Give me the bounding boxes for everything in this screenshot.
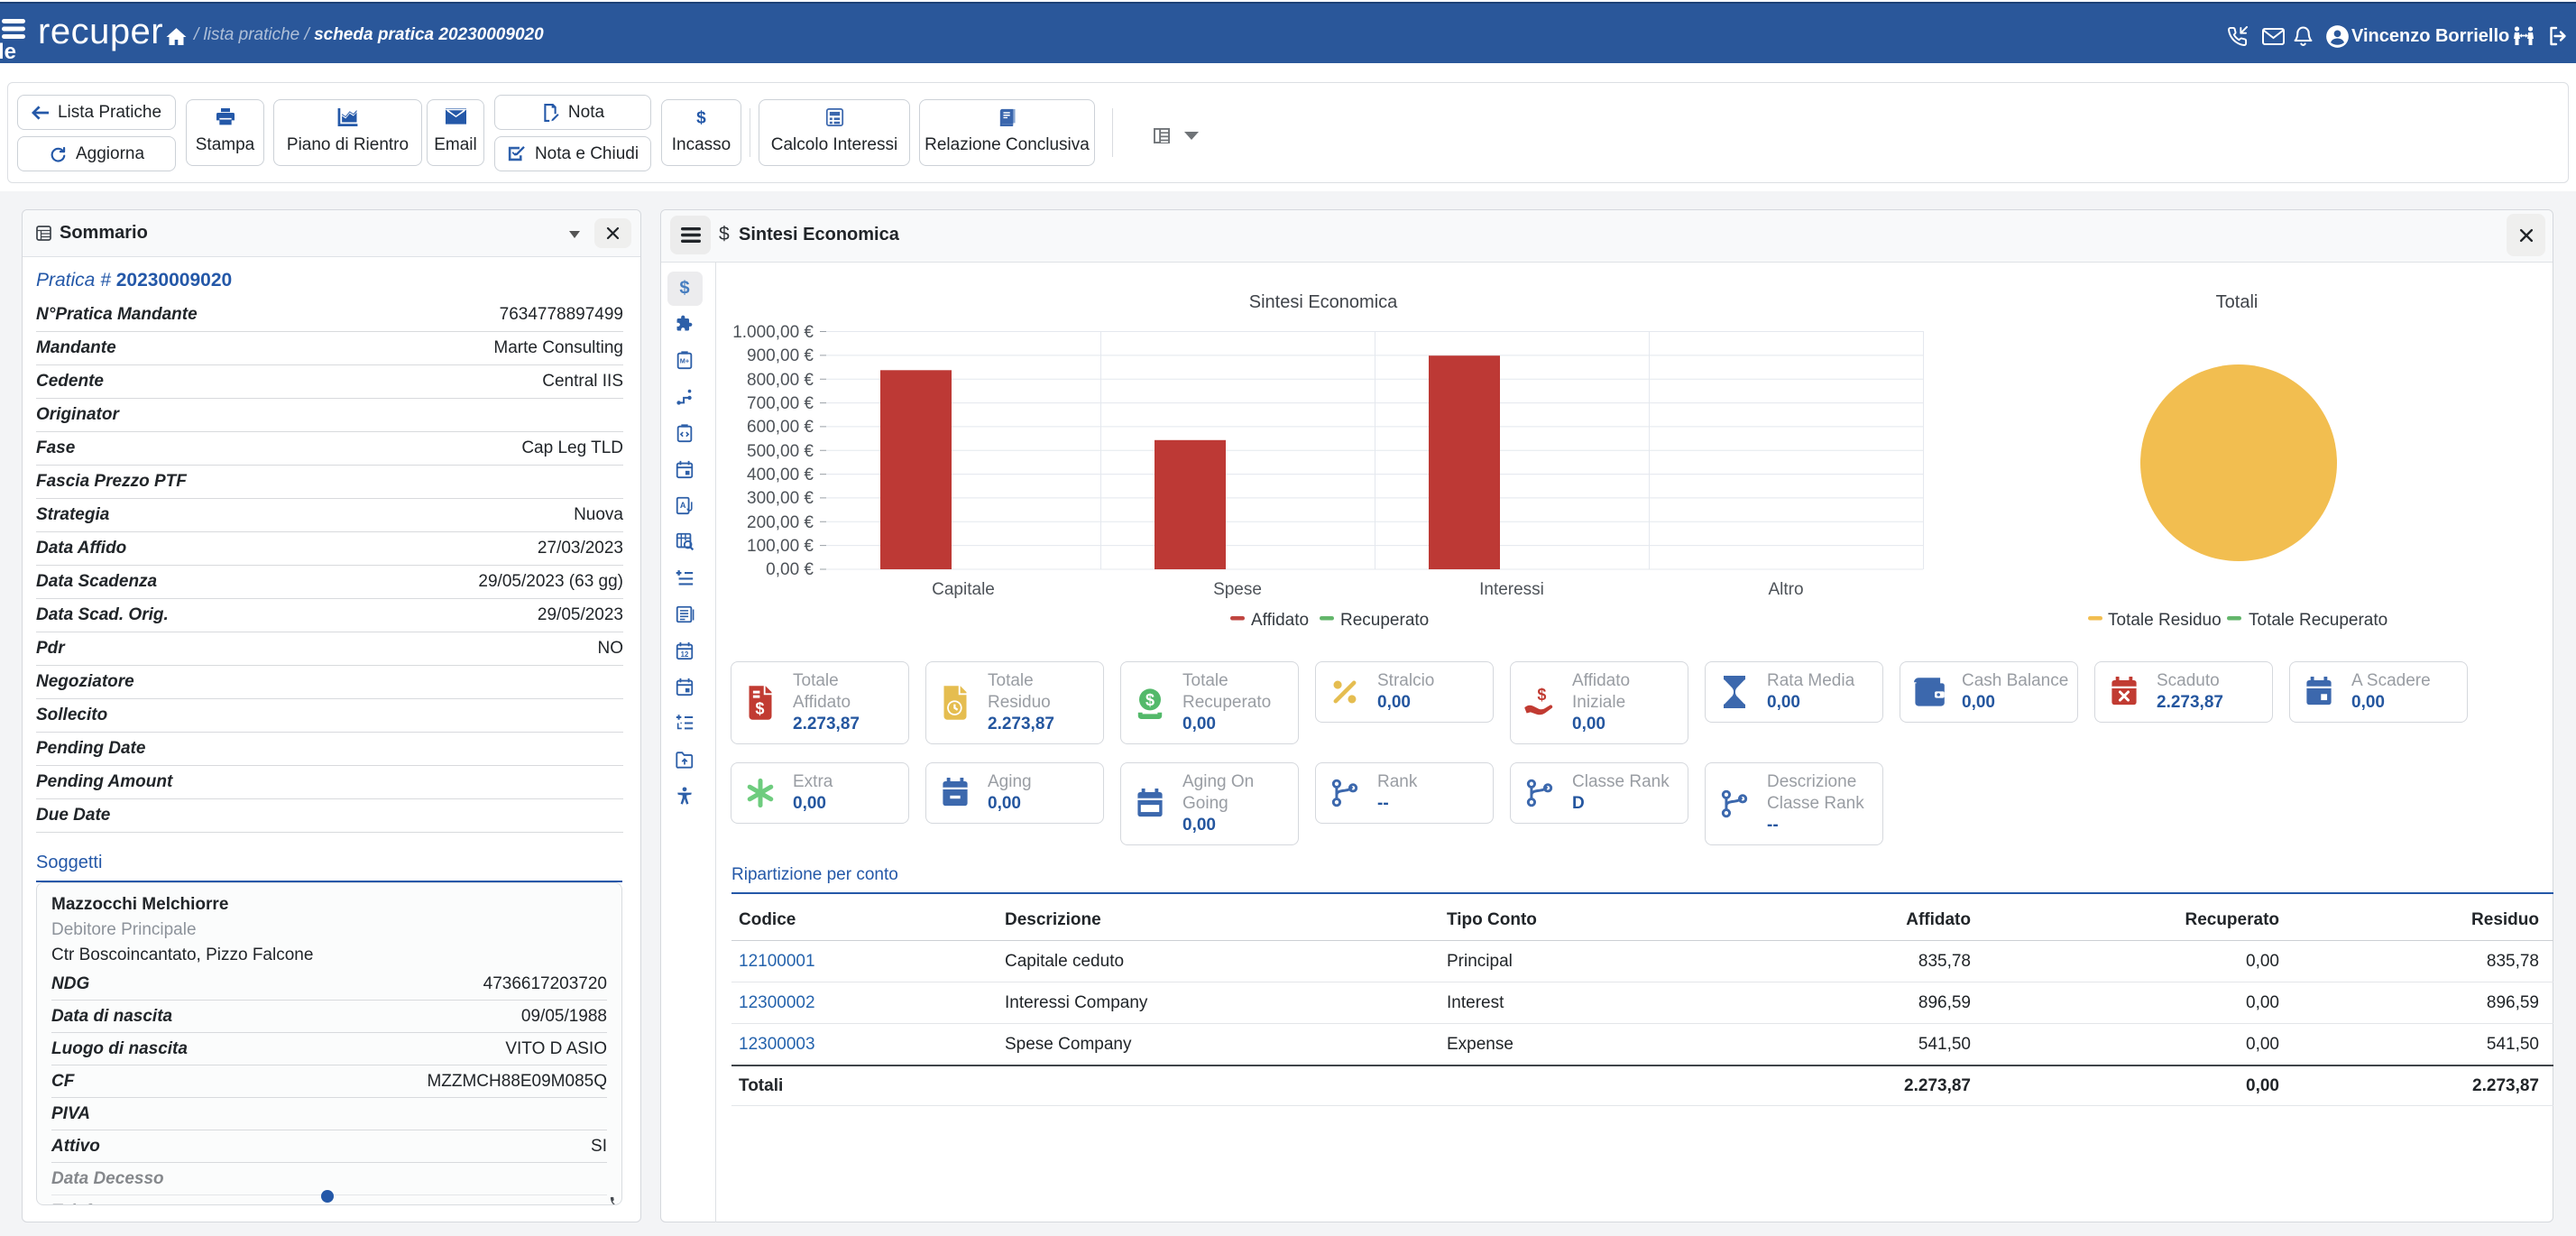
svg-text:1.000,00 €: 1.000,00 € [732,323,814,342]
svg-text:$: $ [755,700,764,718]
svg-text:Affidato: Affidato [1251,611,1309,630]
svg-text:$: $ [696,108,706,126]
svg-text:Capitale: Capitale [932,580,995,599]
svg-text:800,00 €: 800,00 € [747,371,814,390]
svg-text:M+: M+ [680,357,689,365]
svg-text:$: $ [1145,691,1155,709]
svg-text:Totali: Totali [2216,292,2259,312]
svg-text:Altro: Altro [1768,580,1803,599]
svg-text:Spese: Spese [1213,580,1262,599]
svg-text:$: $ [679,278,689,298]
svg-text:200,00 €: 200,00 € [747,513,814,532]
svg-text:0,00 €: 0,00 € [766,560,814,579]
svg-text:700,00 €: 700,00 € [747,394,814,413]
svg-text:Interessi: Interessi [1479,580,1544,599]
svg-text:600,00 €: 600,00 € [747,418,814,437]
svg-text:300,00 €: 300,00 € [747,489,814,508]
svg-text:Totale Recuperato: Totale Recuperato [2249,611,2387,630]
svg-text:500,00 €: 500,00 € [747,442,814,461]
svg-text:$: $ [1537,687,1546,704]
svg-text:12: 12 [681,650,689,659]
svg-text:Sintesi Economica: Sintesi Economica [1249,292,1398,312]
svg-text:Recuperato: Recuperato [1340,611,1429,630]
svg-text:400,00 €: 400,00 € [747,466,814,484]
svg-text:Totale Residuo: Totale Residuo [2108,611,2222,630]
svg-text:900,00 €: 900,00 € [747,346,814,365]
svg-text:A: A [680,501,686,510]
svg-text:100,00 €: 100,00 € [747,537,814,556]
